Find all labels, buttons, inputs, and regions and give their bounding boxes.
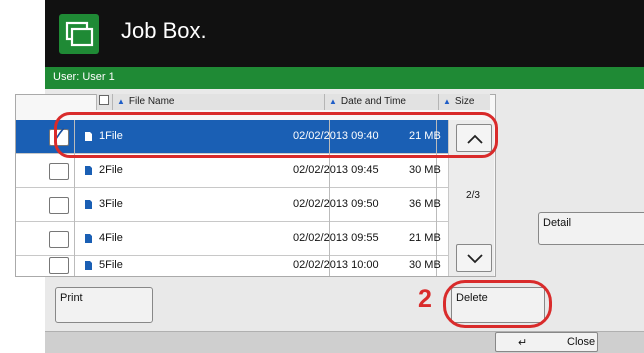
row-checkbox[interactable] [49, 231, 69, 248]
file-date: 02/02/2013 10:00 [293, 259, 379, 271]
page-indicator: 2/3 [466, 190, 480, 201]
table-row[interactable]: 3File 02/02/2013 09:50 36 MB [16, 188, 448, 222]
sort-triangle-icon: ▲ [329, 97, 337, 106]
file-size: 30 MB [409, 259, 441, 271]
file-icon [85, 234, 92, 243]
table-row[interactable]: 2File 02/02/2013 09:45 30 MB [16, 154, 448, 188]
row-checkbox[interactable] [49, 163, 69, 180]
column-header-file-name[interactable]: ▲ File Name [112, 94, 324, 110]
checkbox-icon [99, 95, 109, 105]
title-bar: Job Box. [45, 0, 644, 67]
list-header: ▲ File Name ▲ Date and Time ▲ Size [96, 94, 490, 110]
file-date: 02/02/2013 09:45 [293, 164, 379, 176]
enter-key-icon: ↵ [518, 337, 528, 349]
file-size: 30 MB [409, 164, 441, 176]
row-checkbox[interactable] [49, 197, 69, 214]
detail-button[interactable]: Detail [538, 212, 644, 245]
scroll-down-button[interactable] [456, 244, 492, 272]
close-label: Close [567, 336, 596, 348]
chevron-down-icon [467, 254, 483, 264]
sort-triangle-icon: ▲ [117, 97, 125, 106]
file-name: 5File [99, 259, 123, 271]
file-size: 36 MB [409, 198, 441, 210]
file-icon [85, 200, 92, 209]
file-name: 4File [99, 232, 123, 244]
table-row[interactable]: 5File 02/02/2013 10:00 30 MB [16, 256, 448, 276]
callout-number-2: 2 [418, 285, 432, 313]
page-title: Job Box. [121, 18, 207, 43]
column-header-date-time[interactable]: ▲ Date and Time [324, 94, 438, 110]
file-size: 21 MB [409, 232, 441, 244]
select-all-header[interactable] [96, 94, 112, 110]
file-icon [85, 261, 92, 270]
file-name: 3File [99, 198, 123, 210]
job-box-icon [59, 14, 99, 54]
column-header-size[interactable]: ▲ Size [438, 94, 490, 110]
row-checkbox[interactable] [49, 257, 69, 274]
file-icon [85, 166, 92, 175]
user-bar: User: User 1 [45, 67, 644, 89]
callout-highlight-row [54, 112, 498, 158]
print-button[interactable]: Print [55, 287, 153, 323]
table-row[interactable]: 4File 02/02/2013 09:55 21 MB [16, 222, 448, 256]
sort-triangle-icon: ▲ [443, 97, 451, 106]
callout-highlight-delete [443, 280, 552, 328]
file-date: 02/02/2013 09:55 [293, 232, 379, 244]
file-date: 02/02/2013 09:50 [293, 198, 379, 210]
file-name: 2File [99, 164, 123, 176]
